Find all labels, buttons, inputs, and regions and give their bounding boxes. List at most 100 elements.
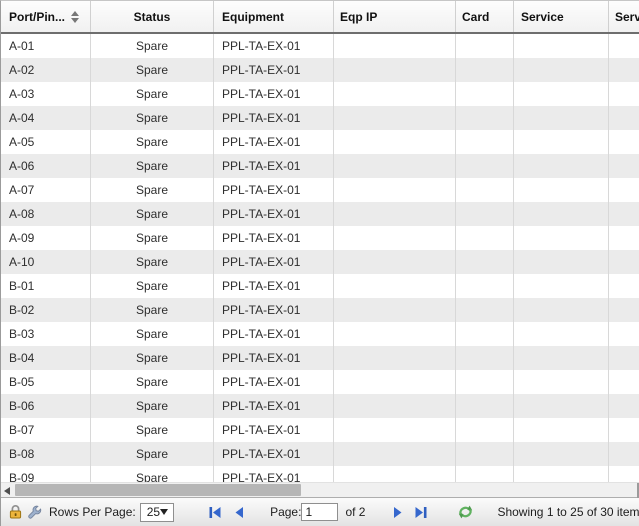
- column-header-label: Eqp IP: [340, 10, 377, 24]
- cell-card: [456, 298, 514, 322]
- cell-equipment: PPL-TA-EX-01: [214, 442, 334, 466]
- column-header-status[interactable]: Status: [91, 1, 214, 32]
- cell-eqp_ip: [334, 442, 456, 466]
- column-header-label: Service: [521, 10, 564, 24]
- cell-service2: [609, 106, 639, 130]
- cell-service: [514, 442, 609, 466]
- cell-port: A-02: [1, 58, 91, 82]
- horizontal-scrollbar[interactable]: [1, 482, 639, 497]
- cell-service2: [609, 130, 639, 154]
- cell-service2: [609, 82, 639, 106]
- table-row[interactable]: A-06SparePPL-TA-EX-01: [1, 154, 639, 178]
- cell-status: Spare: [91, 154, 214, 178]
- table-row[interactable]: B-08SparePPL-TA-EX-01: [1, 442, 639, 466]
- horizontal-scrollbar-thumb[interactable]: [15, 484, 301, 496]
- sort-icon[interactable]: [71, 11, 79, 23]
- cell-equipment: PPL-TA-EX-01: [214, 202, 334, 226]
- column-header-service[interactable]: Service: [514, 1, 609, 32]
- cell-service: [514, 274, 609, 298]
- column-header-label: Card: [462, 10, 489, 24]
- cell-equipment: PPL-TA-EX-01: [214, 250, 334, 274]
- column-header-eqp_ip[interactable]: Eqp IP: [334, 1, 456, 32]
- table-row[interactable]: B-05SparePPL-TA-EX-01: [1, 370, 639, 394]
- next-page-button[interactable]: [392, 506, 404, 519]
- cell-service: [514, 418, 609, 442]
- cell-status: Spare: [91, 130, 214, 154]
- cell-status: Spare: [91, 58, 214, 82]
- table-row[interactable]: B-09SparePPL-TA-EX-01: [1, 466, 639, 482]
- cell-eqp_ip: [334, 106, 456, 130]
- refresh-button[interactable]: [457, 504, 474, 520]
- cell-service: [514, 202, 609, 226]
- cell-port: B-08: [1, 442, 91, 466]
- cell-eqp_ip: [334, 34, 456, 58]
- table-row[interactable]: B-04SparePPL-TA-EX-01: [1, 346, 639, 370]
- table-row[interactable]: B-02SparePPL-TA-EX-01: [1, 298, 639, 322]
- cell-service: [514, 322, 609, 346]
- lock-button[interactable]: [8, 504, 23, 520]
- cell-card: [456, 202, 514, 226]
- cell-card: [456, 58, 514, 82]
- cell-port: A-04: [1, 106, 91, 130]
- cell-service2: [609, 202, 639, 226]
- cell-eqp_ip: [334, 322, 456, 346]
- cell-equipment: PPL-TA-EX-01: [214, 322, 334, 346]
- cell-eqp_ip: [334, 226, 456, 250]
- cell-card: [456, 154, 514, 178]
- page-number-input[interactable]: [301, 503, 338, 521]
- first-page-button[interactable]: [208, 506, 222, 519]
- scroll-left-arrow-icon: [4, 487, 10, 495]
- cell-card: [456, 418, 514, 442]
- column-header-port[interactable]: Port/Pin...: [1, 1, 91, 32]
- table-row[interactable]: B-06SparePPL-TA-EX-01: [1, 394, 639, 418]
- cell-service: [514, 250, 609, 274]
- cell-status: Spare: [91, 466, 214, 482]
- table-row[interactable]: A-09SparePPL-TA-EX-01: [1, 226, 639, 250]
- cell-service: [514, 34, 609, 58]
- column-header-card[interactable]: Card: [456, 1, 514, 32]
- table-row[interactable]: B-07SparePPL-TA-EX-01: [1, 418, 639, 442]
- cell-card: [456, 274, 514, 298]
- cell-card: [456, 346, 514, 370]
- port-list-panel: Port/Pin... StatusEquipment Eqp IP Card Serv…: [0, 0, 639, 526]
- cell-service2: [609, 250, 639, 274]
- table-row[interactable]: A-10SparePPL-TA-EX-01: [1, 250, 639, 274]
- column-header-service2[interactable]: Servi: [609, 1, 639, 32]
- cell-equipment: PPL-TA-EX-01: [214, 130, 334, 154]
- column-header-equipment[interactable]: Equipment: [214, 1, 334, 32]
- cell-service: [514, 82, 609, 106]
- scroll-left-button[interactable]: [4, 486, 12, 495]
- cell-service: [514, 130, 609, 154]
- cell-service: [514, 298, 609, 322]
- cell-status: Spare: [91, 274, 214, 298]
- last-page-button[interactable]: [414, 506, 428, 519]
- rows-per-page-label: Rows Per Page:: [49, 505, 136, 519]
- cell-service: [514, 394, 609, 418]
- cell-card: [456, 466, 514, 482]
- table-row[interactable]: A-07SparePPL-TA-EX-01: [1, 178, 639, 202]
- table-row[interactable]: B-01SparePPL-TA-EX-01: [1, 274, 639, 298]
- cell-service: [514, 466, 609, 482]
- table-row[interactable]: A-03SparePPL-TA-EX-01: [1, 82, 639, 106]
- table-row[interactable]: A-02SparePPL-TA-EX-01: [1, 58, 639, 82]
- cell-port: A-03: [1, 82, 91, 106]
- cell-equipment: PPL-TA-EX-01: [214, 274, 334, 298]
- cell-port: A-10: [1, 250, 91, 274]
- rows-per-page-select[interactable]: 25: [140, 503, 174, 522]
- table-row[interactable]: A-08SparePPL-TA-EX-01: [1, 202, 639, 226]
- cell-port: A-09: [1, 226, 91, 250]
- column-header-label: Port/Pin...: [9, 10, 65, 24]
- table-row[interactable]: A-05SparePPL-TA-EX-01: [1, 130, 639, 154]
- table-row[interactable]: A-04SparePPL-TA-EX-01: [1, 106, 639, 130]
- cell-eqp_ip: [334, 418, 456, 442]
- cell-status: Spare: [91, 106, 214, 130]
- cell-card: [456, 130, 514, 154]
- cell-eqp_ip: [334, 82, 456, 106]
- table-row[interactable]: A-01SparePPL-TA-EX-01: [1, 34, 639, 58]
- cell-service2: [609, 298, 639, 322]
- table-row[interactable]: B-03SparePPL-TA-EX-01: [1, 322, 639, 346]
- wrench-button[interactable]: [27, 504, 43, 520]
- cell-card: [456, 106, 514, 130]
- cell-service: [514, 178, 609, 202]
- previous-page-button[interactable]: [233, 506, 245, 519]
